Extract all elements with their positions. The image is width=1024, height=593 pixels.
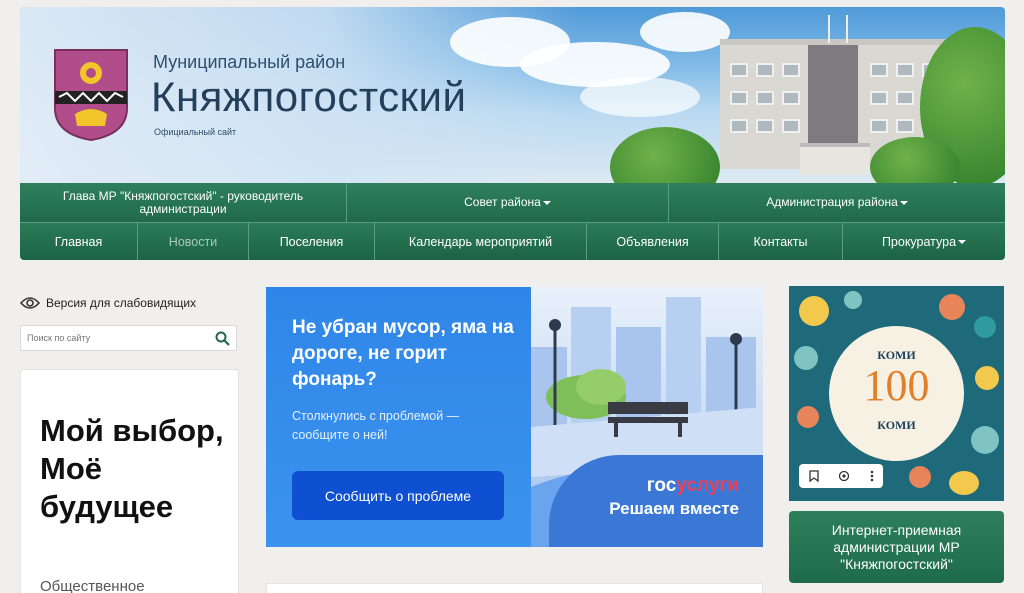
nav-item-prosecutor[interactable]: Прокуратура (843, 223, 1005, 260)
secondary-nav: Главная Новости Поселения Календарь меро… (20, 222, 1005, 260)
internet-reception-button[interactable]: Интернет-приемная администрации МР "Княж… (789, 511, 1004, 583)
site-tagline: Официальный сайт (154, 127, 237, 137)
nav-item-label: Объявления (616, 234, 689, 249)
chevron-down-icon (958, 239, 967, 244)
search-input[interactable] (21, 333, 206, 343)
nav-item-label: Прокуратура (881, 234, 957, 249)
nav-item-label: Новости (168, 234, 218, 249)
lens-icon[interactable] (838, 470, 851, 483)
cloud (580, 77, 700, 117)
primary-nav: Глава МР "Княжпогостский" - руководитель… (20, 183, 1005, 222)
chevron-down-icon (542, 200, 551, 205)
search-box (20, 325, 237, 351)
nav-item-administration[interactable]: Администрация района (669, 183, 1005, 222)
flagpole (828, 15, 830, 43)
site-header: Муниципальный район Княжпогостский Офици… (20, 7, 1005, 183)
komi-100-poster[interactable]: КОМИ 100 КОМИ (789, 286, 1004, 501)
gosuslugi-motto: Решаем вместе (609, 499, 739, 518)
election-card-subtitle: Общественное (40, 578, 145, 593)
nav-item-announcements[interactable]: Объявления (587, 223, 719, 260)
internet-reception-label: Интернет-приемная администрации МР "Княж… (831, 521, 962, 572)
content-card-edge (266, 583, 763, 593)
building-porch (800, 143, 870, 175)
nav-item-contacts[interactable]: Контакты (719, 223, 843, 260)
eye-icon (20, 297, 40, 309)
low-vision-label: Версия для слабовидящих (46, 296, 197, 310)
site-title[interactable]: Княжпогостский (151, 73, 466, 121)
nav-item-label: Контакты (753, 234, 808, 249)
banner-heading: Не убран мусор, яма на дороге, не горит … (292, 317, 514, 390)
brand-part-a: гос (646, 475, 677, 496)
coat-of-arms-icon (54, 49, 128, 141)
brand-part-b: услуги (676, 475, 739, 496)
nav-item-calendar[interactable]: Календарь мероприятий (375, 223, 587, 260)
nav-item-home[interactable]: Главная (20, 223, 138, 260)
bookmark-icon[interactable] (808, 470, 820, 482)
gosuslugi-badge: госуслуги Решаем вместе (549, 455, 763, 547)
chevron-down-icon (899, 200, 908, 205)
poster-toolbar (799, 464, 883, 488)
nav-item-council[interactable]: Совет района (347, 183, 669, 222)
nav-item-label: Поселения (279, 234, 344, 249)
nav-item-label: Администрация района (766, 195, 898, 209)
poster-komi-bottom: КОМИ (877, 418, 916, 432)
more-vertical-icon[interactable] (870, 470, 874, 482)
tree (610, 127, 720, 183)
poster-number: 100 (863, 361, 930, 410)
gosuslugi-banner[interactable]: Не убран мусор, яма на дороге, не горит … (266, 287, 763, 547)
nav-item-head[interactable]: Глава МР "Княжпогостский" - руководитель… (20, 183, 347, 222)
nav-item-news[interactable]: Новости (138, 223, 249, 260)
site-subtitle: Муниципальный район (153, 52, 346, 72)
nav-item-label: Календарь мероприятий (408, 234, 553, 249)
nav-item-label: Главная (54, 234, 103, 249)
cloud (640, 12, 730, 52)
flagpole (846, 15, 848, 43)
gosuslugi-logo: госуслуги (647, 475, 739, 497)
election-card[interactable]: Мой выбор, Моё будущее Общественное (20, 369, 239, 593)
report-problem-button[interactable]: Сообщить о проблеме (292, 471, 504, 520)
banner-text: Столкнулись с проблемой — сообщите о ней… (292, 409, 460, 442)
nav-item-label: Совет района (464, 195, 541, 209)
nav-item-label: Глава МР "Княжпогостский" - руководитель… (62, 188, 304, 216)
nav-item-settlements[interactable]: Поселения (249, 223, 375, 260)
search-icon[interactable] (215, 331, 230, 346)
low-vision-link[interactable]: Версия для слабовидящих (20, 296, 196, 310)
election-card-title: Мой выбор, Моё будущее (40, 413, 224, 524)
